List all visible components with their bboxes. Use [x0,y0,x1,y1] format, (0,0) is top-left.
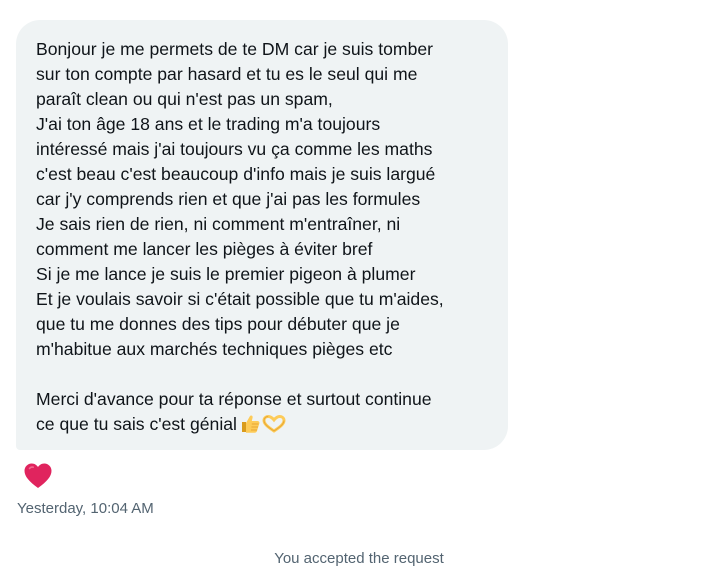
message-line: J'ai ton âge 18 ans et le trading m'a to… [36,114,381,134]
red-heart-icon [24,463,52,488]
reaction-badge[interactable] [18,456,58,496]
message-line: m'habitue aux marchés techniques pièges … [36,339,393,359]
message-line: sur ton compte par hasard et tu es le se… [36,64,418,84]
message-line: Bonjour je me permets de te DM car je su… [36,39,433,59]
message-text: Bonjour je me permets de te DM car je su… [36,37,492,437]
thumbs-up-emoji [239,414,287,441]
received-message-bubble[interactable]: Bonjour je me permets de te DM car je su… [16,20,508,450]
message-line: Si je me lance je suis le premier pigeon… [36,264,416,284]
dm-conversation: Bonjour je me permets de te DM car je su… [0,0,718,586]
message-line: intéressé mais j'ai toujours vu ça comme… [36,139,433,159]
message-line: Merci d'avance pour ta réponse et surtou… [36,389,432,409]
message-line: comment me lancer les pièges à éviter br… [36,239,373,259]
message-line: car j'y comprends rien et que j'ai pas l… [36,189,421,209]
accepted-request-text: You accepted the request [274,550,444,567]
message-timestamp: Yesterday, 10:04 AM [17,500,154,517]
heart-hands-emoji [262,414,286,433]
message-line: paraît clean ou qui n'est pas un spam, [36,89,333,109]
message-line: Je sais rien de rien, ni comment m'entra… [36,214,401,234]
message-line: Et je voulais savoir si c'était possible… [36,289,444,309]
message-line: c'est beau c'est beaucoup d'info mais je… [36,164,436,184]
message-line-last: ce que tu sais c'est génial [36,412,492,437]
message-line: que tu me donnes des tips pour débuter q… [36,314,400,334]
system-note: You accepted the request [0,550,718,567]
message-line-text: ce que tu sais c'est génial [36,414,237,434]
